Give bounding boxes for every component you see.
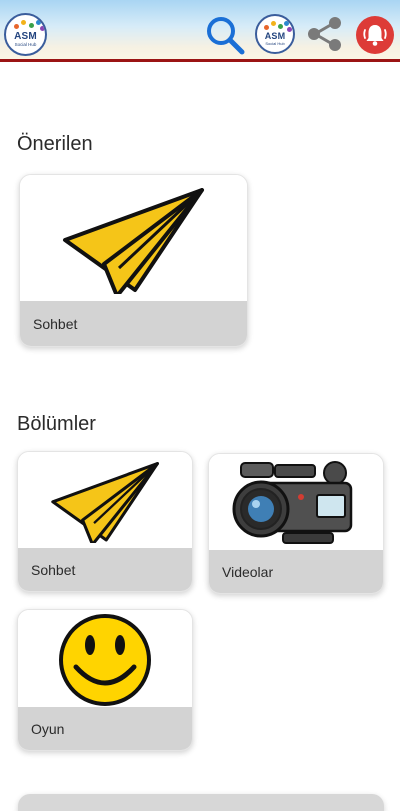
smiley-face-icon <box>59 613 151 706</box>
card-label: Sohbet <box>33 315 78 332</box>
notification-button[interactable] <box>356 16 394 54</box>
partial-card[interactable] <box>18 794 384 811</box>
paper-plane-icon <box>62 188 204 294</box>
card-label: Sohbet <box>31 561 76 578</box>
notification-bell-icon <box>363 25 387 46</box>
app-logo[interactable]: ASM Social Hub <box>4 13 47 56</box>
card-label-bar: Sohbet <box>18 548 192 591</box>
section-card-chat[interactable]: Sohbet <box>17 451 193 592</box>
share-icon <box>308 17 341 51</box>
logo-network-graphic <box>263 20 292 34</box>
logo-network-graphic <box>12 19 45 33</box>
profile-logo-button[interactable]: ASM Social Hub <box>255 14 295 54</box>
section-card-game[interactable]: Oyun <box>17 609 193 751</box>
card-label: Videolar <box>222 563 274 580</box>
card-label-bar: Videolar <box>209 550 383 593</box>
card-thumbnail <box>209 454 383 552</box>
app-header: ASM Social Hub ASM Social Hub <box>0 0 400 62</box>
paper-plane-icon <box>50 462 159 543</box>
card-label-bar: Sohbet <box>20 301 247 346</box>
recommended-section-title: Önerilen <box>17 133 93 155</box>
card-thumbnail <box>18 610 192 709</box>
card-label: Oyun <box>31 720 65 737</box>
sections-title: Bölümler <box>17 413 96 435</box>
video-camera-icon <box>232 461 353 544</box>
profile-logo-subtitle: Social Hub <box>265 41 285 46</box>
logo-subtitle: Social Hub <box>14 42 37 47</box>
search-icon <box>207 17 245 55</box>
search-button[interactable] <box>202 12 248 58</box>
card-label-bar: Oyun <box>18 707 192 750</box>
section-card-videos[interactable]: Videolar <box>208 453 384 594</box>
share-button[interactable] <box>304 13 346 55</box>
card-thumbnail <box>20 175 247 303</box>
card-thumbnail <box>18 452 192 550</box>
recommended-card-chat[interactable]: Sohbet <box>19 174 248 347</box>
